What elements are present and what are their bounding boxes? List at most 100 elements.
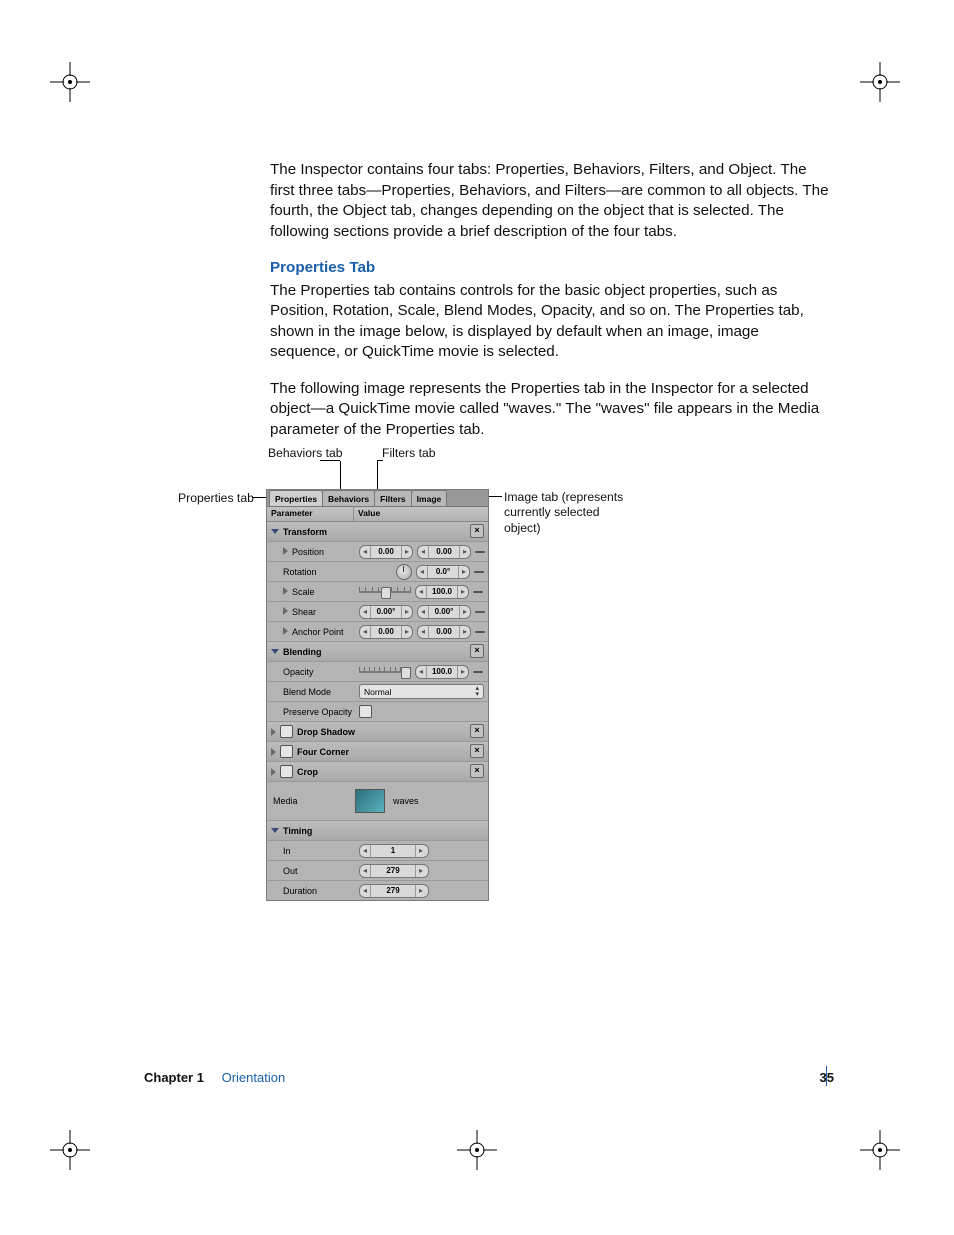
reset-icon[interactable]: × xyxy=(470,744,484,758)
callout-behaviors: Behaviors tab xyxy=(268,446,343,460)
keyframe-icon[interactable] xyxy=(474,571,484,573)
crop-mark-icon xyxy=(50,62,90,102)
media-name: waves xyxy=(393,796,419,806)
param-label: Duration xyxy=(283,886,317,896)
row-preserve-opacity: Preserve Opacity xyxy=(267,702,488,722)
row-opacity: Opacity ◂100.0▸ xyxy=(267,662,488,682)
callout-filters: Filters tab xyxy=(382,446,436,460)
disclosure-right-icon[interactable] xyxy=(271,728,276,736)
shear-x-stepper[interactable]: ◂0.00°▸ xyxy=(359,605,413,619)
param-label: Blend Mode xyxy=(283,687,331,697)
group-blending[interactable]: Blending × xyxy=(267,642,488,662)
group-timing[interactable]: Timing xyxy=(267,821,488,841)
chapter-number: Chapter 1 xyxy=(144,1070,204,1085)
disclosure-right-icon[interactable] xyxy=(283,587,288,595)
group-drop-shadow[interactable]: Drop Shadow × xyxy=(267,722,488,742)
position-y-stepper[interactable]: ◂0.00▸ xyxy=(417,545,471,559)
param-label: Rotation xyxy=(283,567,317,577)
reset-icon[interactable]: × xyxy=(470,524,484,538)
tab-image[interactable]: Image xyxy=(411,490,448,506)
group-label: Four Corner xyxy=(297,747,349,757)
crop-mark-icon xyxy=(457,1130,497,1170)
param-label: Shear xyxy=(292,607,316,617)
blend-mode-dropdown[interactable]: Normal ▴▾ xyxy=(359,684,484,699)
media-thumbnail[interactable] xyxy=(355,789,385,813)
disclosure-right-icon[interactable] xyxy=(271,768,276,776)
keyframe-icon[interactable] xyxy=(473,671,483,673)
duration-stepper[interactable]: ◂279▸ xyxy=(359,884,429,898)
shear-y-stepper[interactable]: ◂0.00°▸ xyxy=(417,605,471,619)
tab-bar: Properties Behaviors Filters Image xyxy=(267,490,488,507)
reset-icon[interactable]: × xyxy=(470,724,484,738)
param-label: Scale xyxy=(292,587,315,597)
row-duration: Duration ◂279▸ xyxy=(267,881,488,900)
keyframe-icon[interactable] xyxy=(475,611,485,613)
param-label: In xyxy=(283,846,291,856)
crop-mark-icon xyxy=(860,1130,900,1170)
disclosure-right-icon[interactable] xyxy=(283,627,288,635)
row-shear: Shear ◂0.00°▸ ◂0.00°▸ xyxy=(267,602,488,622)
row-in: In ◂1▸ xyxy=(267,841,488,861)
param-label: Opacity xyxy=(283,667,314,677)
drop-shadow-checkbox[interactable] xyxy=(280,725,293,738)
group-label: Crop xyxy=(297,767,318,777)
disclosure-down-icon[interactable] xyxy=(271,649,279,654)
position-x-stepper[interactable]: ◂0.00▸ xyxy=(359,545,413,559)
disclosure-down-icon[interactable] xyxy=(271,529,279,534)
param-label: Preserve Opacity xyxy=(283,707,352,717)
crop-checkbox[interactable] xyxy=(280,765,293,778)
crop-mark-icon xyxy=(50,1130,90,1170)
disclosure-right-icon[interactable] xyxy=(271,748,276,756)
row-rotation: Rotation ◂0.0°▸ xyxy=(267,562,488,582)
callout-image: Image tab (represents currently selected… xyxy=(504,490,624,536)
row-scale: Scale ◂100.0▸ xyxy=(267,582,488,602)
crop-mark-icon xyxy=(860,62,900,102)
keyframe-icon[interactable] xyxy=(475,631,485,633)
reset-icon[interactable]: × xyxy=(470,764,484,778)
anchor-y-stepper[interactable]: ◂0.00▸ xyxy=(417,625,471,639)
header-parameter: Parameter xyxy=(267,507,354,521)
four-corner-checkbox[interactable] xyxy=(280,745,293,758)
group-label: Timing xyxy=(283,826,312,836)
group-label: Drop Shadow xyxy=(297,727,355,737)
group-label: Transform xyxy=(283,527,327,537)
scale-stepper[interactable]: ◂100.0▸ xyxy=(415,585,469,599)
header-value: Value xyxy=(354,507,384,521)
properties-paragraph-2: The following image represents the Prope… xyxy=(270,379,830,441)
disclosure-down-icon[interactable] xyxy=(271,828,279,833)
dropdown-arrows-icon: ▴▾ xyxy=(475,686,479,698)
group-crop[interactable]: Crop × xyxy=(267,762,488,782)
rotation-stepper[interactable]: ◂0.0°▸ xyxy=(416,565,470,579)
reset-icon[interactable]: × xyxy=(470,644,484,658)
row-anchor: Anchor Point ◂0.00▸ ◂0.00▸ xyxy=(267,622,488,642)
page-footer: Chapter 1 Orientation 35 xyxy=(144,1070,834,1085)
tab-filters[interactable]: Filters xyxy=(374,490,412,506)
keyframe-icon[interactable] xyxy=(473,591,483,593)
in-stepper[interactable]: ◂1▸ xyxy=(359,844,429,858)
param-label: Out xyxy=(283,866,298,876)
out-stepper[interactable]: ◂279▸ xyxy=(359,864,429,878)
group-four-corner[interactable]: Four Corner × xyxy=(267,742,488,762)
keyframe-icon[interactable] xyxy=(475,551,485,553)
opacity-stepper[interactable]: ◂100.0▸ xyxy=(415,665,469,679)
group-transform[interactable]: Transform × xyxy=(267,522,488,542)
inspector-panel: Properties Behaviors Filters Image Param… xyxy=(266,489,489,901)
row-position: Position ◂0.00▸ ◂0.00▸ xyxy=(267,542,488,562)
tab-properties[interactable]: Properties xyxy=(269,490,323,506)
param-label: Media xyxy=(273,796,298,806)
disclosure-right-icon[interactable] xyxy=(283,547,288,555)
param-label: Anchor Point xyxy=(292,627,344,637)
scale-slider[interactable] xyxy=(359,587,411,597)
row-blend-mode: Blend Mode Normal ▴▾ xyxy=(267,682,488,702)
rotation-dial[interactable] xyxy=(396,564,412,580)
disclosure-right-icon[interactable] xyxy=(283,607,288,615)
column-header: Parameter Value xyxy=(267,507,488,522)
chapter-title: Orientation xyxy=(222,1070,286,1085)
opacity-slider[interactable] xyxy=(359,667,411,677)
group-label: Blending xyxy=(283,647,322,657)
properties-paragraph-1: The Properties tab contains controls for… xyxy=(270,281,830,363)
page-number: 35 xyxy=(820,1070,834,1085)
preserve-opacity-checkbox[interactable] xyxy=(359,705,372,718)
anchor-x-stepper[interactable]: ◂0.00▸ xyxy=(359,625,413,639)
tab-behaviors[interactable]: Behaviors xyxy=(322,490,375,506)
